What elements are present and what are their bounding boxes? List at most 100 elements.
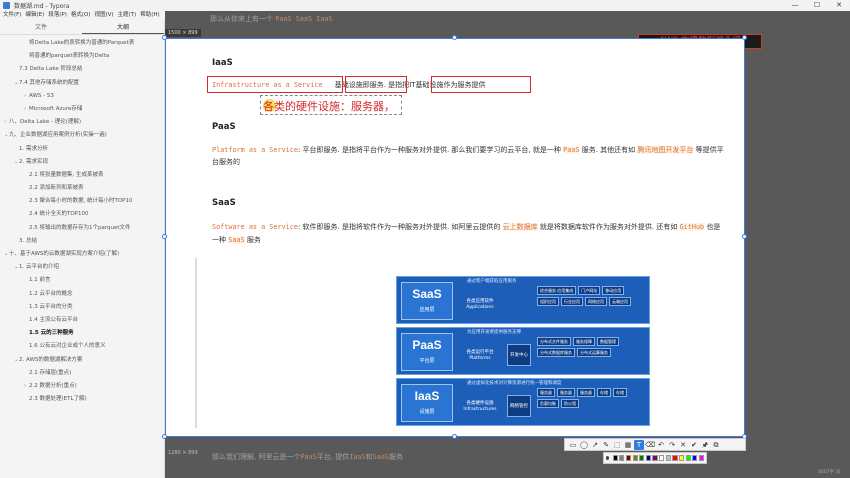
outline-item[interactable]: ⌄2. 需求实现 — [0, 156, 164, 169]
layer-abbr: SaaS — [412, 287, 442, 301]
tab-outline[interactable]: 大纲 — [82, 20, 164, 34]
resize-handle-tc[interactable] — [452, 35, 457, 40]
resize-handle-tl[interactable] — [162, 35, 167, 40]
title-bar: 数据湖.md - Typora — ☐ ✕ — [0, 0, 850, 11]
outline-item-label: 八、Delta Lake - 理论(理解) — [9, 119, 82, 126]
color-swatch[interactable] — [639, 455, 645, 461]
layer-core: 开发中心 — [507, 344, 531, 366]
outline-item[interactable]: 将Delta Lake的表转换为普通的Parquet表 — [0, 37, 164, 50]
outline-item[interactable]: 7.3 Delta Lake 阶段总结 — [0, 63, 164, 76]
outline-item[interactable]: 1.6 公有云对企业或个人的意义 — [0, 340, 164, 353]
outline-item[interactable]: 1.1 前言 — [0, 274, 164, 287]
outline-item[interactable]: 2.2 添加新列和某被表 — [0, 182, 164, 195]
outline-item[interactable]: 2.1 将张量数据集, 生成某被表 — [0, 169, 164, 182]
color-swatch[interactable] — [679, 455, 685, 461]
outline-item-label: 1.2 云平台的概念 — [29, 290, 73, 297]
stack-layer-iaas: IaaS 设施层 通过虚拟化技术对计算资源进行统一管理和调度 各类硬件设施 Infra… — [396, 378, 650, 426]
menu-file[interactable]: 文件(F) — [3, 11, 21, 20]
color-swatch[interactable] — [632, 455, 638, 461]
tool-icon[interactable]: ⌫ — [645, 440, 655, 450]
color-swatch[interactable] — [619, 455, 625, 461]
resize-handle-bl[interactable] — [162, 434, 167, 439]
tool-icon[interactable]: ▦ — [623, 440, 633, 450]
color-swatch[interactable] — [652, 455, 658, 461]
dimmed-text-bottom: 那么我们理解, 阿里云是一个PaaS平台, 提供IaaS和SaaS服务 — [212, 453, 404, 461]
layer-cell: 分布式文件服务 — [537, 337, 571, 346]
outline-item-label: 2.1 将张量数据集, 生成某被表 — [29, 171, 104, 178]
resize-handle-mr[interactable] — [742, 234, 747, 239]
resize-handle-tr[interactable] — [742, 35, 747, 40]
outline-item[interactable]: ⌄九、企业数据湖应用案例分析(实操一遍) — [0, 129, 164, 142]
menu-edit[interactable]: 编辑(E) — [25, 11, 44, 20]
outline-item[interactable]: ⌄十、基于AWS的云数据湖实现方案介绍(了解) — [0, 248, 164, 261]
outline-item[interactable]: 1. 需求分析 — [0, 143, 164, 156]
menu-theme[interactable]: 主题(T) — [118, 11, 137, 20]
maximize-icon[interactable]: ☐ — [806, 0, 828, 11]
resize-handle-ml[interactable] — [162, 234, 167, 239]
outline-item[interactable]: 1.4 主流公有云平台 — [0, 314, 164, 327]
menu-format[interactable]: 格式(O) — [71, 11, 91, 20]
close-icon[interactable]: ✕ — [828, 0, 850, 11]
color-swatch[interactable] — [665, 455, 671, 461]
dimmed-text-top: 那么从你来上有一个 PaaS SaaS IaaS — [210, 15, 333, 23]
tool-icon[interactable]: ✕ — [678, 440, 688, 450]
outline-item[interactable]: 1.3 云平台的分类 — [0, 301, 164, 314]
outline-item[interactable]: 2.5 将输出的数据存存为1个parquet文件 — [0, 222, 164, 235]
tab-files[interactable]: 文件 — [0, 20, 82, 34]
outline-item[interactable]: 2.1 存储层(重点) — [0, 367, 164, 380]
color-swatch[interactable] — [625, 455, 632, 461]
menu-view[interactable]: 视图(V) — [94, 11, 113, 20]
menu-help[interactable]: 帮助(H) — [140, 11, 159, 20]
layer-cell: 负载均衡 — [537, 399, 559, 408]
outline-item[interactable]: 1.5 云的三种服务 — [0, 327, 164, 340]
outline-item[interactable]: › 八、Delta Lake - 理论(理解) — [0, 116, 164, 129]
outline-item[interactable]: ⌄1. 云平台的介绍 — [0, 261, 164, 274]
annotation-text-box[interactable] — [260, 95, 402, 115]
menu-paragraph[interactable]: 段落(P) — [48, 11, 67, 20]
pen-size-icon[interactable] — [606, 456, 610, 460]
tool-icon[interactable]: ↷ — [667, 440, 677, 450]
tool-icon[interactable]: ⧉ — [711, 440, 721, 450]
layer-cn: 设施层 — [419, 409, 435, 415]
outline-item[interactable]: 2.4 统计全天的TOP100 — [0, 208, 164, 221]
outline-item-label: 将Delta Lake的表转换为普通的Parquet表 — [29, 40, 135, 46]
outline-item[interactable]: 2.3 数据处理(ETL了解) — [0, 393, 164, 406]
outline-item[interactable]: 1.2 云平台的概念 — [0, 288, 164, 301]
tool-icon[interactable]: ↗ — [590, 440, 600, 450]
color-swatch[interactable] — [685, 455, 691, 461]
outline-item[interactable]: 3. 总结 — [0, 235, 164, 248]
color-swatch[interactable] — [612, 455, 618, 461]
outline-item-label: 1.4 主流公有云平台 — [29, 316, 78, 323]
color-swatch[interactable] — [692, 455, 698, 461]
tool-icon[interactable]: ◯ — [579, 440, 589, 450]
tool-icon[interactable]: ✔ — [689, 440, 699, 450]
outline-item[interactable]: 将普通的parquet表转换为Delta — [0, 50, 164, 63]
color-swatch[interactable] — [698, 455, 705, 461]
minimize-icon[interactable]: — — [784, 0, 806, 11]
layer-cell: 服务器 — [537, 388, 555, 397]
color-swatch[interactable] — [645, 455, 651, 461]
tool-icon[interactable]: ↶ — [656, 440, 666, 450]
layer-cell: 数据管理 — [597, 337, 619, 346]
outline-item[interactable]: 2.3 聚合每小时的数据, 统计每小时TOP10 — [0, 195, 164, 208]
layer-cell: 服务器 — [557, 388, 575, 397]
layer-cell: 分布式数据库服务 — [537, 348, 575, 357]
outline-item[interactable]: › 2.2 数据分析(重点) — [0, 380, 164, 393]
layer-caption: 通过虚拟化技术对计算资源进行统一管理和调度 — [467, 381, 562, 386]
tool-icon[interactable]: ✎ — [601, 440, 611, 450]
tool-icon[interactable]: ⬚ — [612, 440, 622, 450]
layer-cell: 组织应用 — [537, 297, 559, 306]
resize-handle-bc[interactable] — [452, 434, 457, 439]
outline-item[interactable]: › AWS - S3 — [0, 90, 164, 103]
color-swatch[interactable] — [659, 455, 665, 461]
outline-item[interactable]: ⌄7.4 其他存储系统的配置 — [0, 77, 164, 90]
window-controls: — ☐ ✕ — [784, 0, 850, 11]
outline-item[interactable]: ⌄2. AWS的数据湖解决方案 — [0, 354, 164, 367]
outline-item-label: 1.1 前言 — [29, 277, 51, 284]
color-swatch[interactable] — [672, 455, 678, 461]
word-count: 4007字 词 — [818, 470, 840, 475]
tool-icon[interactable]: 🖈 — [700, 440, 710, 450]
outline-item[interactable]: › Microsoft Azure存储 — [0, 103, 164, 116]
tool-icon[interactable]: ▭ — [568, 440, 578, 450]
tool-icon[interactable]: T — [634, 439, 644, 450]
